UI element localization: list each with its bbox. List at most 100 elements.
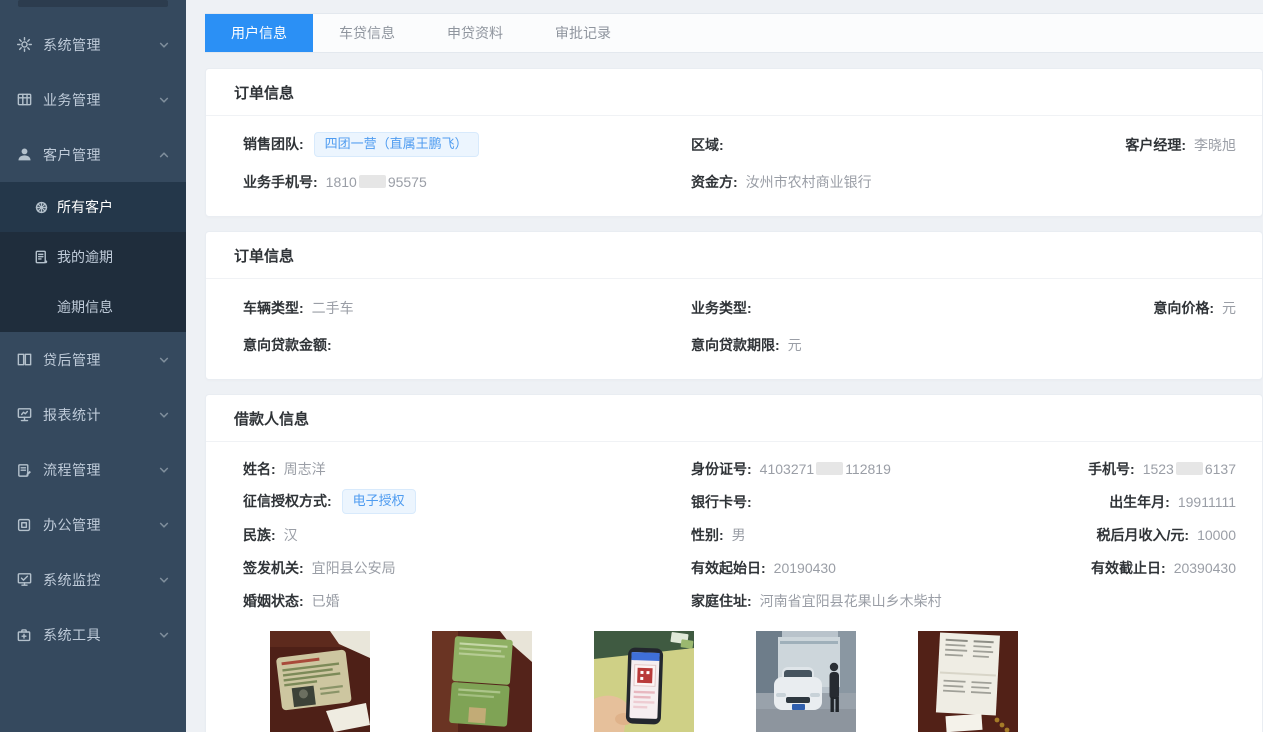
document-photo[interactable]: 其他材料 [918,631,1018,732]
field-row: 业务手机号:181095575资金方:汝州市农村商业银行 [243,163,1242,200]
field-row: 车辆类型:二手车业务类型:意向价格:元 [243,289,1242,326]
toolbox-icon [14,626,34,644]
sidebar-item-report-statistics[interactable]: 报表统计 [0,387,186,442]
chevron-down-icon [158,629,170,641]
field-intended-loan-amount: 意向贷款金额: [243,335,691,355]
sidebar-item-label: 我的逾期 [57,247,113,267]
document-photo-thumbnail[interactable] [918,631,1018,732]
sidebar-item-system-monitor[interactable]: 系统监控 [0,552,186,607]
credit-auth-photo-thumbnail[interactable] [594,631,694,732]
field-row: 姓名:周志洋身份证号:4103271112819手机号:15236137 [243,452,1242,485]
sidebar-logo-remnant [18,0,168,7]
content-area[interactable]: 订单信息销售团队: 四团一营（直属王鹏飞） 区域: 客户经理: 李晓旭业务手机号:181… [186,53,1263,732]
field-value-redacted: 4103271112819 [760,461,891,477]
sidebar-item-post-loan-management[interactable]: 贷后管理 [0,332,186,387]
sidebar-item-label: 客户管理 [43,145,158,165]
sidebar-item-label: 系统管理 [43,35,158,55]
field-monthly-income: 税后月收入/元:10000 [1081,525,1242,545]
field-label: 有效起始日: [691,558,766,578]
field-business-phone: 业务手机号:181095575 [243,172,691,192]
person-car-photo[interactable]: 人车合影 [756,631,856,732]
field-label: 征信授权方式: [243,491,332,511]
field-business-type: 业务类型: [691,298,1081,318]
id-card-photo-thumbnail[interactable] [270,631,370,732]
blank-icon [33,299,49,315]
photo-thumbnails-row: 身份证驾驶证照片征信截图人车合影其他材料 [270,631,1242,732]
field-value: 10000 [1197,527,1236,543]
clipboard-icon [14,461,34,479]
section-body: 姓名:周志洋身份证号:4103271112819手机号:15236137征信授权… [206,442,1262,732]
field-value: 汉 [284,525,298,545]
sidebar-item-process-management[interactable]: 流程管理 [0,442,186,497]
sidebar-item-label: 系统监控 [43,570,158,590]
field-row: 销售团队: 四团一营（直属王鹏飞） 区域: 客户经理: 李晓旭 [243,126,1242,163]
field-value: 汝州市农村商业银行 [746,172,872,192]
field-label: 婚姻状态: [243,591,304,611]
field-row: 征信授权方式:电子授权银行卡号:出生年月:19911111 [243,485,1242,518]
sidebar-item-overdue-info[interactable]: 逾期信息 [0,282,186,332]
chevron-up-icon [158,149,170,161]
field-label: 客户经理: [1125,135,1186,155]
person-car-photo-thumbnail[interactable] [756,631,856,732]
sidebar-item-office-management[interactable]: 办公管理 [0,497,186,552]
field-label: 性别: [691,525,724,545]
sidebar-item-system-management[interactable]: 系统管理 [0,17,186,72]
field-label: 出生年月: [1109,492,1170,512]
id-card-photo[interactable]: 身份证 [270,631,370,732]
sidebar-item-label: 贷后管理 [43,350,158,370]
field-value: 已婚 [312,591,340,611]
sidebar-item-label: 报表统计 [43,405,158,425]
tab-user-info[interactable]: 用户信息 [205,14,313,52]
field-label: 姓名: [243,459,276,479]
field-value: 20190430 [774,560,836,576]
sidebar-submenu-customer-management: 所有客户我的逾期逾期信息 [0,182,186,332]
field-account-manager: 客户经理: 李晓旭 [1081,135,1242,155]
chevron-down-icon [158,39,170,51]
field-value: 河南省宜阳县花果山乡木柴村 [760,591,942,611]
archive-icon [14,516,34,534]
field-marital-status: 婚姻状态: 已婚 [243,591,691,611]
card-order-info-2: 订单信息车辆类型:二手车业务类型:意向价格:元意向贷款金额:意向贷款期限:元 [205,231,1263,380]
app-window: 系统管理业务管理客户管理所有客户我的逾期逾期信息贷后管理报表统计流程管理办公管理… [0,0,1263,732]
section-title: 借款人信息 [206,395,1262,442]
field-label: 签发机关: [243,558,304,578]
credit-auth-photo[interactable]: 征信截图 [594,631,694,732]
field-label: 民族: [243,525,276,545]
field-bank-card-number: 银行卡号: [691,492,1081,512]
tab-car-loan-info[interactable]: 车贷信息 [313,14,421,52]
chevron-down-icon [158,464,170,476]
field-issuing-authority: 签发机关:宜阳县公安局 [243,558,691,578]
sidebar-item-business-management[interactable]: 业务管理 [0,72,186,127]
sidebar-item-label: 流程管理 [43,460,158,480]
field-label: 家庭住址: [691,591,752,611]
sidebar-item-system-tools[interactable]: 系统工具 [0,607,186,662]
field-label: 区域: [691,135,724,155]
field-id-number: 身份证号:4103271112819 [691,459,1081,479]
grid-icon [14,91,34,109]
wheel-icon [33,199,49,215]
field-value: 周志洋 [284,459,326,479]
monitor-check-icon [14,571,34,589]
field-value: 李晓旭 [1194,135,1236,155]
sidebar-item-all-customers[interactable]: 所有客户 [0,182,186,232]
field-row: 意向贷款金额:意向贷款期限:元 [243,326,1242,363]
tab-approval-records[interactable]: 审批记录 [529,14,637,52]
license-photo[interactable]: 驾驶证照片 [432,631,532,732]
sidebar-item-label: 系统工具 [43,625,158,645]
tag-sales-team: 四团一营（直属王鹏飞） [314,132,479,157]
redaction-blur [1176,462,1203,475]
section-title: 订单信息 [206,69,1262,116]
field-value-redacted: 15236137 [1143,461,1236,477]
field-region: 区域: [691,135,1081,155]
sidebar-item-customer-management[interactable]: 客户管理 [0,127,186,182]
field-home-address: 家庭住址: 河南省宜阳县花果山乡木柴村 [691,591,1081,611]
field-label: 销售团队: [243,134,304,154]
sidebar-item-my-overdue[interactable]: 我的逾期 [0,232,186,282]
field-label: 车辆类型: [243,298,304,318]
field-value-redacted: 181095575 [326,174,427,190]
tab-loan-application-docs[interactable]: 申贷资料 [421,14,529,52]
sidebar: 系统管理业务管理客户管理所有客户我的逾期逾期信息贷后管理报表统计流程管理办公管理… [0,0,186,732]
license-photo-thumbnail[interactable] [432,631,532,732]
user-icon [14,146,34,164]
field-valid-until: 有效截止日:20390430 [1081,558,1242,578]
